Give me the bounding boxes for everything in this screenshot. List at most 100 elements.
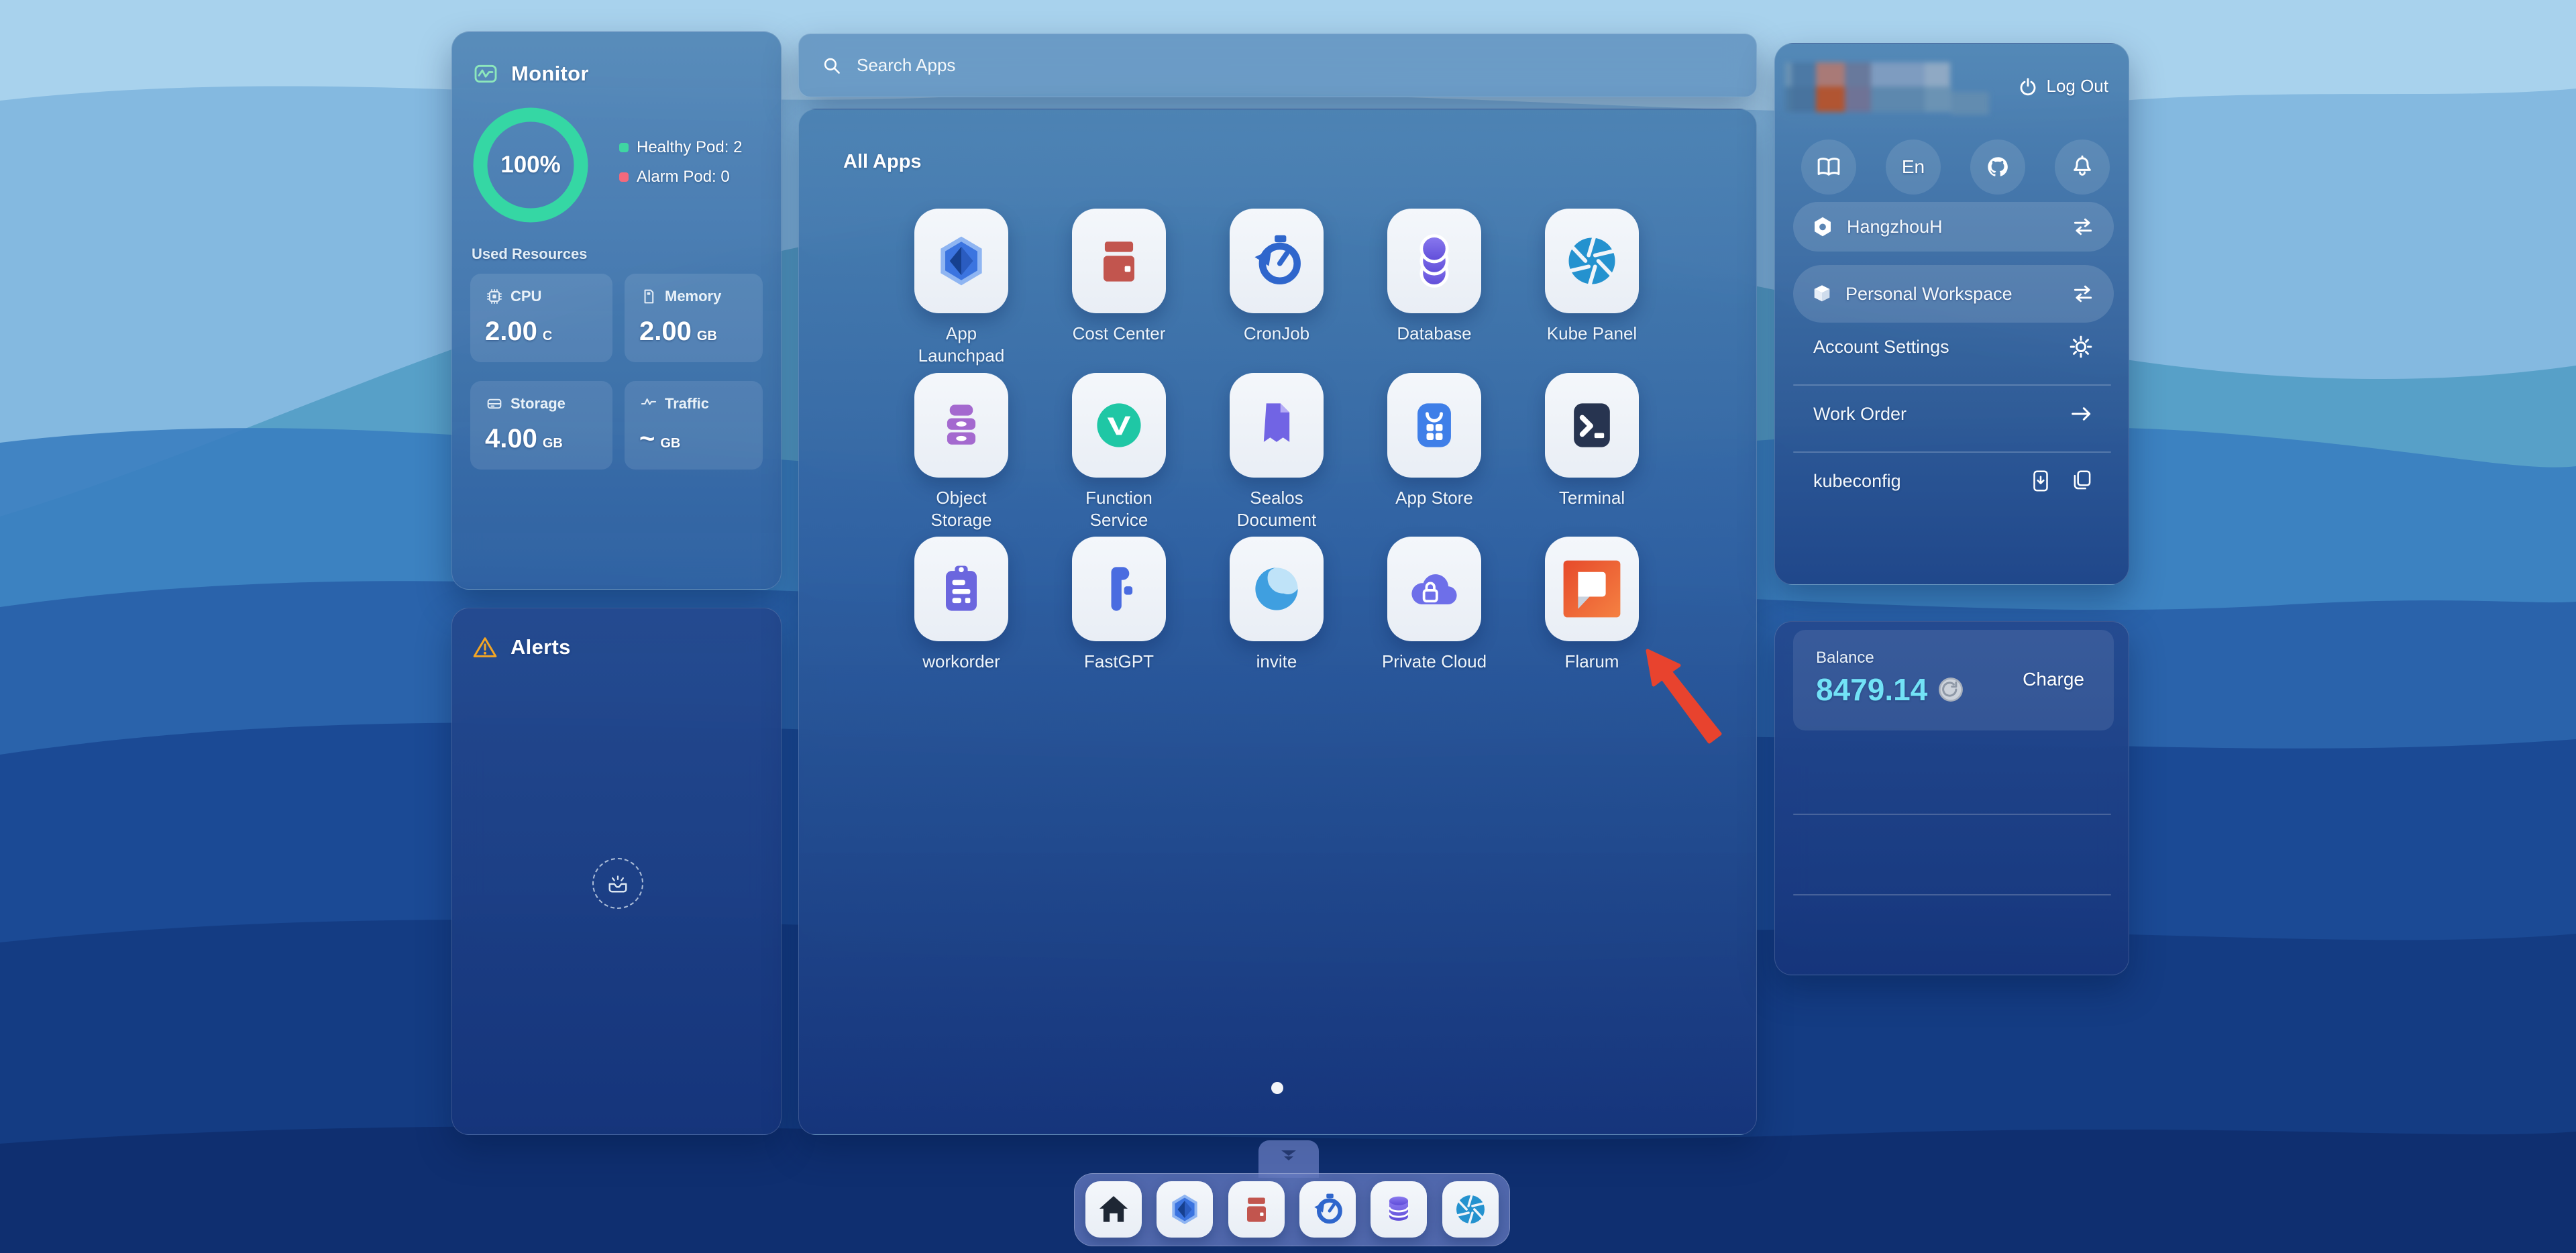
divider xyxy=(1793,451,2111,453)
workspace-selector[interactable]: Personal Workspace xyxy=(1793,265,2114,323)
resource-card-memory: Memory 2.00GB xyxy=(625,274,763,362)
red-arrow-annotation xyxy=(1630,637,1737,758)
dock-cronjob[interactable] xyxy=(1299,1181,1356,1238)
switch-workspace-icon[interactable] xyxy=(2070,280,2096,307)
app-invite[interactable]: invite xyxy=(1197,537,1356,673)
app-cost-center[interactable]: Cost Center xyxy=(1040,209,1198,345)
monitor-icon xyxy=(472,60,499,87)
app-workorder[interactable]: workorder xyxy=(882,537,1040,673)
balance-value: 8479.14 xyxy=(1816,671,1927,708)
terminal-icon xyxy=(1545,373,1639,478)
alarm-dot xyxy=(619,172,629,182)
app-app-launchpad[interactable]: App Launchpad xyxy=(882,209,1040,367)
divider xyxy=(1793,384,2111,386)
resource-card-cpu: CPU 2.00C xyxy=(470,274,612,362)
traffic-icon xyxy=(639,394,658,413)
resource-card-traffic: Traffic ~GB xyxy=(625,381,763,470)
dock-cost-center[interactable] xyxy=(1228,1181,1285,1238)
workorder-icon xyxy=(914,537,1008,641)
app-private-cloud[interactable]: Private Cloud xyxy=(1355,537,1513,673)
user-name-redacted xyxy=(1785,61,2000,115)
notifications-button[interactable] xyxy=(2055,140,2110,195)
dock-collapse-tab[interactable] xyxy=(1258,1140,1319,1178)
app-launchpad-icon xyxy=(1166,1191,1203,1228)
object-storage-icon xyxy=(914,373,1008,478)
kube-panel-icon xyxy=(1452,1191,1489,1228)
fastgpt-icon xyxy=(1072,537,1166,641)
workspace-cube-icon xyxy=(1811,282,1833,305)
balance-label: Balance xyxy=(1816,649,1874,667)
legend-healthy-pod: Healthy Pod: 2 xyxy=(619,138,742,157)
storage-icon xyxy=(485,394,504,413)
arrow-right-icon[interactable] xyxy=(2068,400,2095,427)
work-order-row[interactable]: Work Order xyxy=(1813,398,2095,430)
app-app-store[interactable]: App Store xyxy=(1355,373,1513,509)
github-button[interactable] xyxy=(1970,140,2025,195)
language-button[interactable]: En xyxy=(1886,140,1941,195)
book-icon xyxy=(1815,153,1843,181)
flarum-icon xyxy=(1545,537,1639,641)
copy-kubeconfig-icon[interactable] xyxy=(2070,468,2095,494)
resource-card-storage: Storage 4.00GB xyxy=(470,381,612,470)
app-function-service[interactable]: Function Service xyxy=(1040,373,1198,531)
page-indicator-dot[interactable] xyxy=(1271,1082,1283,1094)
dock-database[interactable] xyxy=(1371,1181,1427,1238)
cost-center-icon xyxy=(1072,209,1166,313)
download-kubeconfig-icon[interactable] xyxy=(2028,468,2053,494)
divider xyxy=(1793,894,2111,895)
database-icon xyxy=(1387,209,1481,313)
logout-button[interactable]: Log Out xyxy=(2018,76,2108,97)
sealos-desktop: Monitor 100% Healthy Pod: 2 Alarm Pod: 0… xyxy=(0,0,2576,1253)
region-selector[interactable]: HangzhouH xyxy=(1793,202,2114,252)
user-panel: Log Out En HangzhouH Personal Workspace xyxy=(1774,43,2129,585)
used-resources-title: Used Resources xyxy=(472,246,587,263)
home-icon xyxy=(1095,1191,1132,1228)
alerts-title: Alerts xyxy=(511,635,571,659)
pod-health-donut: 100% xyxy=(467,101,594,229)
invite-icon xyxy=(1230,537,1324,641)
dock-app-launchpad[interactable] xyxy=(1157,1181,1213,1238)
app-object-storage[interactable]: Object Storage xyxy=(882,373,1040,531)
charge-button[interactable]: Charge xyxy=(2023,669,2084,690)
database-icon xyxy=(1380,1191,1417,1228)
dock-home-button[interactable] xyxy=(1085,1181,1142,1238)
language-label: En xyxy=(1902,156,1925,178)
billing-panel: Balance 8479.14 Charge Expected used 407… xyxy=(1774,621,2129,975)
bell-icon xyxy=(2068,153,2096,181)
github-icon xyxy=(1983,152,2012,182)
app-store-icon xyxy=(1387,373,1481,478)
app-terminal[interactable]: Terminal xyxy=(1513,373,1671,509)
cost-center-icon xyxy=(1238,1191,1275,1228)
all-apps-title: All Apps xyxy=(843,151,922,173)
app-database[interactable]: Database xyxy=(1355,209,1513,345)
coin-icon xyxy=(1937,675,1965,704)
app-fastgpt[interactable]: FastGPT xyxy=(1040,537,1198,673)
app-cronjob[interactable]: CronJob xyxy=(1197,209,1356,345)
kube-panel-icon xyxy=(1545,209,1639,313)
app-kube-panel[interactable]: Kube Panel xyxy=(1513,209,1671,345)
cpu-icon xyxy=(485,287,504,306)
divider xyxy=(1793,814,2111,815)
gear-icon[interactable] xyxy=(2067,333,2095,361)
balance-card: Balance 8479.14 Charge xyxy=(1793,630,2114,730)
account-settings-row[interactable]: Account Settings xyxy=(1813,331,2095,363)
monitor-panel: Monitor 100% Healthy Pod: 2 Alarm Pod: 0… xyxy=(451,32,782,590)
legend-alarm-pod: Alarm Pod: 0 xyxy=(619,168,742,186)
alerts-panel: Alerts xyxy=(451,608,782,1135)
function-service-icon xyxy=(1072,373,1166,478)
app-sealos-document[interactable]: Sealos Document xyxy=(1197,373,1356,531)
cronjob-icon xyxy=(1309,1191,1346,1228)
cronjob-icon xyxy=(1230,209,1324,313)
search-input[interactable] xyxy=(855,54,1663,76)
monitor-header: Monitor xyxy=(472,60,589,87)
dock-kube-panel[interactable] xyxy=(1442,1181,1499,1238)
sealos-document-icon xyxy=(1230,373,1324,478)
private-cloud-icon xyxy=(1387,537,1481,641)
alert-triangle-icon xyxy=(472,634,498,661)
docs-button[interactable] xyxy=(1801,140,1856,195)
alerts-empty-state-icon xyxy=(592,858,643,909)
search-icon xyxy=(820,54,843,77)
kubeconfig-row: kubeconfig xyxy=(1813,465,2095,497)
switch-region-icon[interactable] xyxy=(2070,213,2096,240)
search-bar[interactable] xyxy=(798,34,1757,97)
